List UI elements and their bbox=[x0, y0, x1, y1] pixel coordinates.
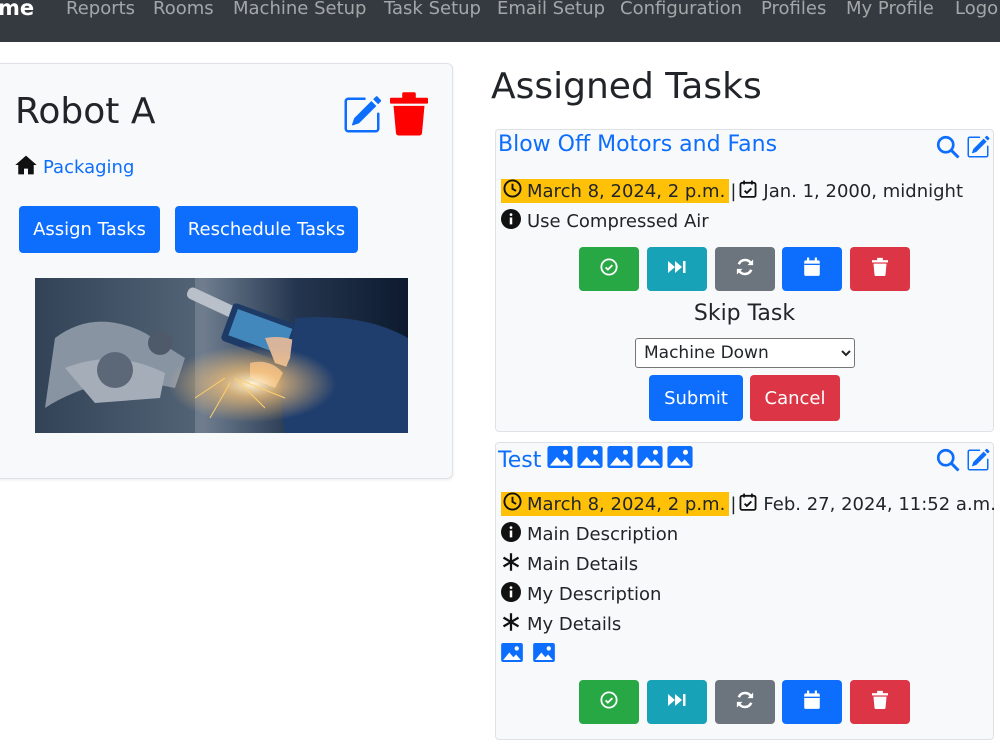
my-details: My Details bbox=[527, 614, 622, 635]
info-circle-icon bbox=[501, 209, 521, 234]
room-row: Packaging bbox=[15, 155, 134, 179]
arrow-repeat-icon bbox=[735, 257, 755, 281]
machine-photo bbox=[35, 278, 408, 433]
nav-email-setup[interactable]: Email Setup bbox=[497, 0, 605, 19]
delete-task-button[interactable] bbox=[850, 680, 910, 724]
reschedule-task-button[interactable] bbox=[782, 247, 842, 291]
task-dates-row: March 8, 2024, 2 p.m. | Jan. 1, 2000, mi… bbox=[501, 179, 963, 203]
search-icon[interactable] bbox=[936, 135, 960, 163]
skip-task-button[interactable] bbox=[647, 247, 707, 291]
check-circle-icon bbox=[600, 258, 618, 280]
asterisk-icon bbox=[501, 612, 521, 637]
reassign-task-button[interactable] bbox=[715, 680, 775, 724]
nav-machine-setup[interactable]: Machine Setup bbox=[233, 0, 366, 19]
room-link[interactable]: Packaging bbox=[43, 157, 134, 178]
asterisk-icon bbox=[501, 552, 521, 577]
task-description: Use Compressed Air bbox=[527, 211, 709, 232]
due-date-badge: March 8, 2024, 2 p.m. bbox=[501, 179, 730, 203]
image-icon[interactable] bbox=[547, 446, 573, 474]
delete-machine-icon[interactable] bbox=[390, 92, 428, 140]
date-separator: | bbox=[730, 493, 737, 515]
house-icon bbox=[15, 155, 37, 179]
arrow-repeat-icon bbox=[735, 690, 755, 714]
complete-task-button[interactable] bbox=[579, 247, 639, 291]
trash-icon bbox=[872, 257, 888, 281]
last-completed-date: Jan. 1, 2000, midnight bbox=[763, 180, 964, 202]
image-icon[interactable] bbox=[577, 446, 603, 474]
submit-skip-button[interactable]: Submit bbox=[649, 375, 743, 421]
due-date-badge: March 8, 2024, 2 p.m. bbox=[501, 492, 730, 516]
machine-name: Robot A bbox=[15, 91, 156, 132]
task-card: Test March 8, 2024, 2 p.m. | Feb. 27, 20… bbox=[495, 442, 996, 740]
reschedule-task-button[interactable] bbox=[782, 680, 842, 724]
calendar-check-icon bbox=[739, 493, 757, 516]
main-details-row: Main Details bbox=[501, 552, 638, 577]
navbar-brand[interactable]: me bbox=[0, 0, 34, 20]
complete-task-button[interactable] bbox=[579, 680, 639, 724]
nav-task-setup[interactable]: Task Setup bbox=[384, 0, 481, 19]
edit-task-icon[interactable] bbox=[966, 135, 990, 163]
calendar-icon bbox=[803, 257, 821, 281]
top-navbar: me Reports Rooms Machine Setup Task Setu… bbox=[0, 0, 1000, 42]
my-details-row: My Details bbox=[501, 612, 621, 637]
search-icon[interactable] bbox=[936, 448, 960, 476]
edit-task-icon[interactable] bbox=[966, 448, 990, 476]
cancel-skip-button[interactable]: Cancel bbox=[750, 375, 840, 421]
machine-card: Robot A Packaging Assign Tasks Reschedul… bbox=[0, 63, 453, 479]
image-icon[interactable] bbox=[501, 643, 523, 667]
skip-reason-select[interactable]: Machine Down bbox=[635, 338, 855, 368]
task-card: Blow Off Motors and Fans March 8, 2024, … bbox=[495, 129, 994, 432]
nav-profiles[interactable]: Profiles bbox=[761, 0, 826, 19]
edit-machine-icon[interactable] bbox=[342, 95, 382, 139]
last-completed-date: Feb. 27, 2024, 11:52 a.m. bbox=[763, 493, 996, 515]
task-description-row: Use Compressed Air bbox=[501, 209, 709, 234]
assign-tasks-button[interactable]: Assign Tasks bbox=[19, 206, 160, 253]
trash-icon bbox=[872, 690, 888, 714]
image-icon[interactable] bbox=[533, 643, 555, 667]
main-description-row: Main Description bbox=[501, 522, 678, 547]
task-dates-row: March 8, 2024, 2 p.m. | Feb. 27, 2024, 1… bbox=[501, 492, 996, 516]
skip-forward-icon bbox=[667, 692, 687, 712]
my-description: My Description bbox=[527, 584, 662, 605]
task-title-row: Test bbox=[498, 446, 697, 474]
clock-icon bbox=[503, 179, 522, 203]
main-description: Main Description bbox=[527, 524, 679, 545]
nav-reports[interactable]: Reports bbox=[66, 0, 135, 19]
image-icon[interactable] bbox=[667, 446, 693, 474]
calendar-icon bbox=[803, 690, 821, 714]
task-title-link[interactable]: Test bbox=[498, 448, 541, 473]
due-date: March 8, 2024, 2 p.m. bbox=[527, 180, 726, 202]
task-title-link[interactable]: Blow Off Motors and Fans bbox=[498, 132, 777, 157]
main-details: Main Details bbox=[527, 554, 639, 575]
calendar-check-icon bbox=[739, 180, 757, 203]
nav-my-profile[interactable]: My Profile bbox=[846, 0, 934, 19]
delete-task-button[interactable] bbox=[850, 247, 910, 291]
due-date: March 8, 2024, 2 p.m. bbox=[527, 493, 726, 515]
assigned-tasks-title: Assigned Tasks bbox=[491, 66, 762, 107]
date-separator: | bbox=[730, 180, 737, 202]
my-description-row: My Description bbox=[501, 582, 661, 607]
nav-logout[interactable]: Logo bbox=[955, 0, 998, 19]
skip-task-button[interactable] bbox=[647, 680, 707, 724]
skip-forward-icon bbox=[667, 259, 687, 279]
reassign-task-button[interactable] bbox=[715, 247, 775, 291]
nav-configuration[interactable]: Configuration bbox=[620, 0, 742, 19]
image-icon[interactable] bbox=[637, 446, 663, 474]
image-icon[interactable] bbox=[607, 446, 633, 474]
clock-icon bbox=[503, 492, 522, 516]
info-circle-icon bbox=[501, 582, 521, 607]
nav-rooms[interactable]: Rooms bbox=[153, 0, 214, 19]
reschedule-tasks-button[interactable]: Reschedule Tasks bbox=[175, 206, 358, 253]
attachment-icons-row bbox=[501, 643, 559, 667]
info-circle-icon bbox=[501, 522, 521, 547]
skip-task-heading: Skip Task bbox=[693, 301, 796, 326]
check-circle-icon bbox=[600, 691, 618, 713]
